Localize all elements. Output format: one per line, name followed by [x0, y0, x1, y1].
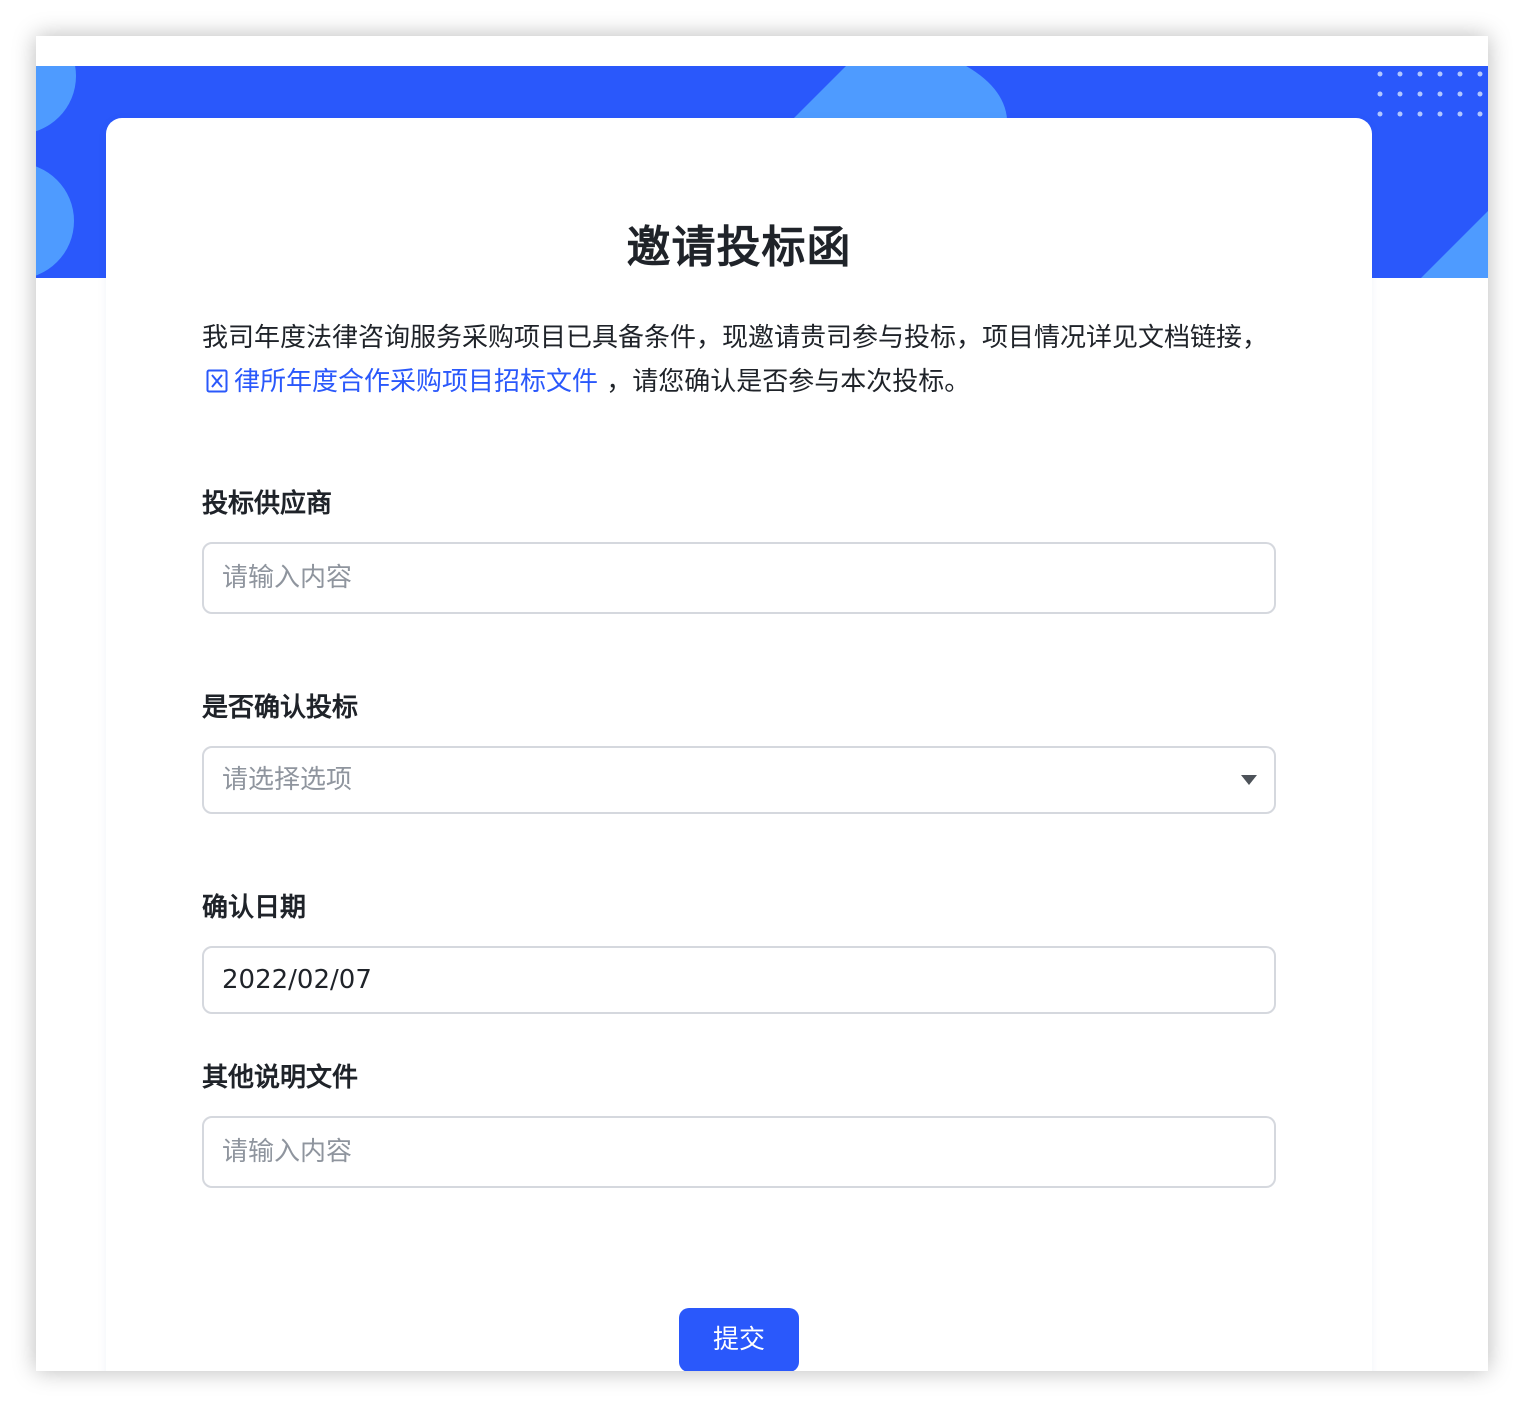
confirm-select[interactable]: 请选择选项: [202, 746, 1276, 814]
form-title: 邀请投标函: [626, 222, 852, 273]
banner-dot-grid: [1377, 71, 1483, 117]
banner-corner-right: [1421, 211, 1488, 278]
banner-blob-top-left: [36, 66, 76, 132]
intro-text-after: ，请您确认是否参与本次投标。: [598, 367, 971, 397]
confirm-label: 是否确认投标: [202, 693, 359, 723]
date-value: 2022/02/07: [222, 965, 372, 995]
submit-button[interactable]: 提交: [679, 1308, 799, 1371]
word-document-icon: [206, 369, 228, 393]
form-window: 邀请投标函 我司年度法律咨询服务采购项目已具备条件，现邀请贵司参与投标，项目情况…: [36, 36, 1488, 1371]
doc-link-text: 律所年度合作采购项目招标文件: [234, 367, 599, 397]
date-label: 确认日期: [202, 893, 307, 923]
intro-text-before: 我司年度法律咨询服务采购项目已具备条件，现邀请贵司参与投标，项目情况详见文档链接…: [202, 323, 1269, 353]
date-input[interactable]: 2022/02/07: [202, 946, 1276, 1014]
banner-blob-left: [36, 166, 74, 276]
other-docs-input[interactable]: [202, 1116, 1276, 1188]
supplier-input[interactable]: [202, 542, 1276, 614]
doc-link[interactable]: 律所年度合作采购项目招标文件: [202, 367, 598, 397]
top-strip: [36, 36, 1488, 66]
confirm-select-placeholder: 请选择选项: [222, 765, 353, 795]
caret-down-icon: [1241, 775, 1257, 785]
other-docs-label: 其他说明文件: [202, 1063, 359, 1093]
intro-paragraph: 我司年度法律咨询服务采购项目已具备条件，现邀请贵司参与投标，项目情况详见文档链接…: [202, 316, 1282, 404]
form-card: 邀请投标函 我司年度法律咨询服务采购项目已具备条件，现邀请贵司参与投标，项目情况…: [106, 118, 1372, 1371]
supplier-label: 投标供应商: [202, 489, 333, 519]
